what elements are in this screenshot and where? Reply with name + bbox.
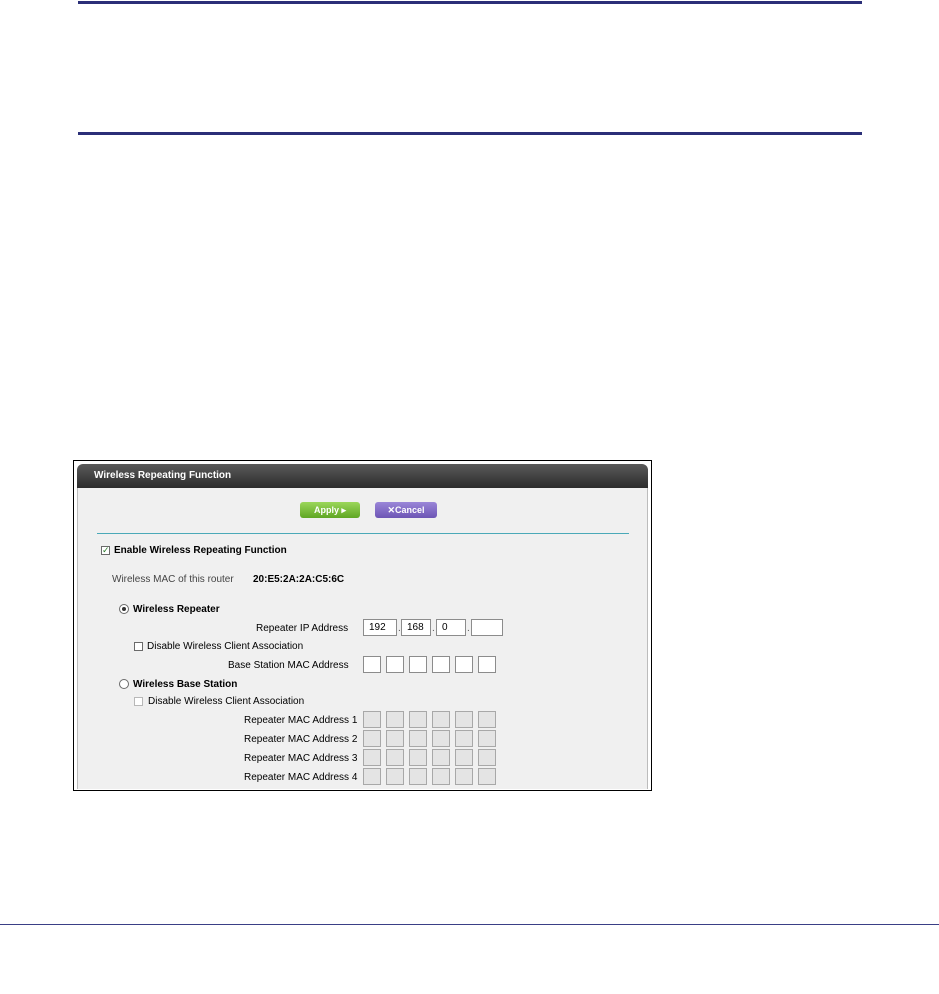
wireless-base-station-radio[interactable] [119, 679, 129, 689]
repeater-mac-label-1: Repeater MAC Address 1 [244, 715, 358, 726]
repeater-mac-octet-input[interactable] [386, 711, 404, 728]
repeater-mac-label-4: Repeater MAC Address 4 [244, 772, 358, 783]
repeater-mac-octet-input[interactable] [409, 711, 427, 728]
repeater-mac-octet-input[interactable] [386, 730, 404, 747]
repeater-mac-octet-input[interactable] [432, 730, 450, 747]
repeater-mac-label-3: Repeater MAC Address 3 [244, 753, 358, 764]
ip-octet-1-input[interactable]: 192 [363, 619, 397, 636]
repeater-mac-octet-input[interactable] [409, 749, 427, 766]
repeater-disable-assoc-label: Disable Wireless Client Association [147, 641, 304, 652]
repeater-disable-assoc-checkbox[interactable] [134, 642, 143, 651]
mac-octet-input[interactable] [409, 656, 427, 673]
mac-value: 20:E5:2A:2A:C5:6C [253, 574, 345, 585]
repeater-mac-octet-input[interactable] [455, 768, 473, 785]
repeater-mac-octet-input[interactable] [478, 711, 496, 728]
mac-octet-input[interactable] [386, 656, 404, 673]
repeater-mac-octet-input[interactable] [478, 749, 496, 766]
repeater-mac-octet-input[interactable] [432, 768, 450, 785]
checkmark-icon: ✓ [102, 545, 110, 555]
mac-octet-input[interactable] [455, 656, 473, 673]
repeater-mac-octet-input[interactable] [363, 711, 381, 728]
settings-panel: Apply ▸ ✕Cancel ✓ Enable Wireless Repeat… [77, 488, 648, 789]
repeater-mac-octet-input[interactable] [363, 730, 381, 747]
router-screenshot-figure: Wireless Repeating Function Apply ▸ ✕Can… [73, 460, 652, 791]
wireless-base-station-label: Wireless Base Station [133, 679, 238, 690]
enable-repeating-checkbox[interactable]: ✓ [101, 546, 110, 555]
repeater-mac-octet-input[interactable] [432, 749, 450, 766]
repeater-mac-octet-input[interactable] [478, 730, 496, 747]
panel-title: Wireless Repeating Function [77, 464, 648, 488]
mac-octet-input[interactable] [432, 656, 450, 673]
repeater-mac-octet-input[interactable] [363, 768, 381, 785]
repeater-mac-octet-input[interactable] [363, 749, 381, 766]
wireless-repeater-radio[interactable] [119, 604, 129, 614]
base-disable-assoc-label: Disable Wireless Client Association [148, 696, 305, 707]
apply-button[interactable]: Apply ▸ [300, 502, 360, 518]
repeater-mac-octet-input[interactable] [386, 768, 404, 785]
wireless-repeater-label: Wireless Repeater [133, 604, 220, 615]
mac-octet-input[interactable] [363, 656, 381, 673]
repeater-mac-octet-input[interactable] [409, 768, 427, 785]
header-rule-bottom [78, 132, 862, 135]
radio-selected-dot [122, 607, 126, 611]
base-station-mac-label: Base Station MAC Address [228, 660, 349, 671]
repeater-mac-octet-input[interactable] [455, 749, 473, 766]
repeater-mac-octet-input[interactable] [478, 768, 496, 785]
ip-separator: . [432, 623, 435, 634]
mac-octet-input[interactable] [478, 656, 496, 673]
repeater-mac-octet-input[interactable] [386, 749, 404, 766]
repeater-mac-label-2: Repeater MAC Address 2 [244, 734, 358, 745]
base-disable-assoc-checkbox[interactable] [134, 697, 143, 706]
enable-repeating-label: Enable Wireless Repeating Function [114, 545, 287, 556]
repeater-mac-octet-input[interactable] [409, 730, 427, 747]
ip-octet-4-input[interactable] [471, 619, 503, 636]
repeater-mac-octet-input[interactable] [455, 730, 473, 747]
repeater-ip-label: Repeater IP Address [256, 623, 349, 634]
ip-octet-3-input[interactable]: 0 [436, 619, 466, 636]
cancel-button[interactable]: ✕Cancel [375, 502, 437, 518]
mac-label: Wireless MAC of this router [112, 574, 234, 585]
repeater-mac-octet-input[interactable] [432, 711, 450, 728]
footer-rule [0, 924, 939, 925]
divider [97, 533, 629, 534]
ip-octet-2-input[interactable]: 168 [401, 619, 431, 636]
header-rule-top [78, 1, 862, 4]
ip-separator: . [467, 623, 470, 634]
repeater-mac-octet-input[interactable] [455, 711, 473, 728]
